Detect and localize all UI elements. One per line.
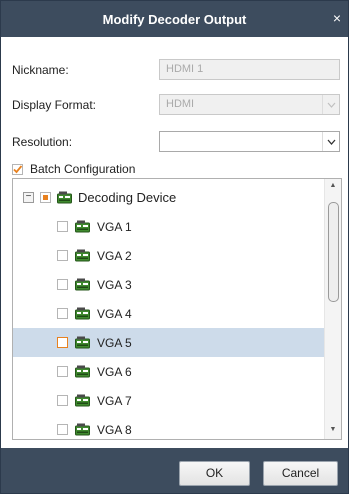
batch-configuration-checkbox[interactable] bbox=[12, 163, 23, 175]
resolution-label: Resolution: bbox=[12, 135, 73, 149]
collapse-icon[interactable]: − bbox=[23, 192, 34, 203]
tree-item-row[interactable]: VGA 5 bbox=[13, 328, 326, 357]
tree-item-label: VGA 4 bbox=[97, 306, 132, 321]
nickname-field: HDMI 1 bbox=[159, 59, 340, 80]
tree-item-checkbox[interactable] bbox=[57, 366, 68, 377]
decoder-device-icon bbox=[57, 191, 72, 204]
tree-root-label: Decoding Device bbox=[78, 190, 177, 205]
batch-configuration-label: Batch Configuration bbox=[30, 162, 136, 176]
display-format-label: Display Format: bbox=[12, 98, 97, 112]
vga-output-icon bbox=[75, 307, 90, 320]
root-checkbox[interactable] bbox=[40, 192, 51, 203]
scroll-up-icon[interactable]: ▲ bbox=[325, 182, 341, 189]
batch-configuration[interactable]: Batch Configuration bbox=[12, 161, 135, 177]
scrollbar-thumb[interactable] bbox=[328, 202, 339, 302]
dialog-titlebar: Modify Decoder Output × bbox=[1, 1, 348, 37]
tree-item-checkbox[interactable] bbox=[57, 250, 68, 261]
partial-check-icon bbox=[43, 195, 48, 200]
tree-scrollbar[interactable]: ▲ ▼ bbox=[324, 179, 341, 439]
tree-root-row[interactable]: − Decoding Device bbox=[13, 183, 326, 212]
tree-item-checkbox[interactable] bbox=[57, 337, 68, 348]
dialog-footer: OK Cancel bbox=[1, 448, 348, 493]
tree-item-row[interactable]: VGA 8 bbox=[13, 415, 326, 439]
tree-item-label: VGA 6 bbox=[97, 364, 132, 379]
tree-item-row[interactable]: VGA 1 bbox=[13, 212, 326, 241]
tree-item-label: VGA 7 bbox=[97, 393, 132, 408]
tree-item-row[interactable]: VGA 6 bbox=[13, 357, 326, 386]
vga-output-icon bbox=[75, 394, 90, 407]
vga-output-icon bbox=[75, 249, 90, 262]
decoder-output-tree[interactable]: − Decoding Device VGA 1 VGA 2 VGA 3 VGA 4 VG… bbox=[12, 178, 342, 440]
display-format-select: HDMI bbox=[159, 94, 340, 115]
tree-item-row[interactable]: VGA 7 bbox=[13, 386, 326, 415]
tree-item-row[interactable]: VGA 3 bbox=[13, 270, 326, 299]
tree-item-checkbox[interactable] bbox=[57, 395, 68, 406]
tree-item-checkbox[interactable] bbox=[57, 424, 68, 435]
tree-item-row[interactable]: VGA 4 bbox=[13, 299, 326, 328]
vga-output-icon bbox=[75, 220, 90, 233]
tree-item-checkbox[interactable] bbox=[57, 221, 68, 232]
ok-button[interactable]: OK bbox=[179, 461, 250, 486]
vga-output-icon bbox=[75, 423, 90, 436]
tree-item-label: VGA 3 bbox=[97, 277, 132, 292]
tree-item-label: VGA 5 bbox=[97, 335, 132, 350]
tree-item-label: VGA 8 bbox=[97, 422, 132, 437]
scroll-down-icon[interactable]: ▼ bbox=[325, 426, 341, 433]
cancel-button[interactable]: Cancel bbox=[263, 461, 338, 486]
vga-output-icon bbox=[75, 336, 90, 349]
tree-item-label: VGA 2 bbox=[97, 248, 132, 263]
vga-output-icon bbox=[75, 365, 90, 378]
close-icon[interactable]: × bbox=[333, 10, 341, 26]
tree-item-checkbox[interactable] bbox=[57, 308, 68, 319]
display-format-value: HDMI bbox=[166, 98, 195, 110]
nickname-label: Nickname: bbox=[12, 63, 69, 77]
chevron-down-icon bbox=[322, 95, 339, 114]
tree-item-checkbox[interactable] bbox=[57, 279, 68, 290]
chevron-down-icon[interactable] bbox=[322, 132, 339, 151]
dialog-title: Modify Decoder Output bbox=[102, 12, 247, 27]
checkmark-icon bbox=[13, 164, 23, 173]
resolution-select[interactable] bbox=[159, 131, 340, 152]
tree-item-row[interactable]: VGA 2 bbox=[13, 241, 326, 270]
modify-decoder-output-dialog: Modify Decoder Output × Nickname: HDMI 1… bbox=[0, 0, 349, 494]
vga-output-icon bbox=[75, 278, 90, 291]
tree-item-label: VGA 1 bbox=[97, 219, 132, 234]
